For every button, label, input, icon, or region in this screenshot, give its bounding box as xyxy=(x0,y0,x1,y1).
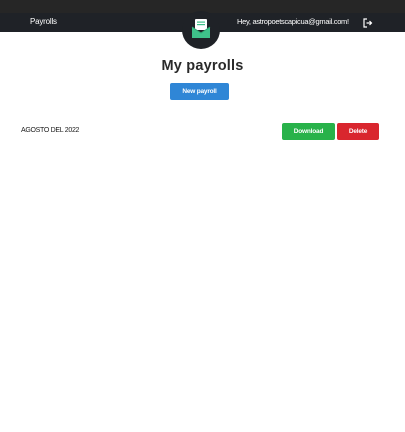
user-greeting: Hey, astropoetscapicua@gmail.com! xyxy=(237,17,349,26)
page-title: My payrolls xyxy=(161,58,244,74)
new-payroll-button[interactable]: New payroll xyxy=(170,83,229,100)
envelope-icon xyxy=(191,19,211,38)
app-logo xyxy=(182,11,220,49)
logout-icon[interactable] xyxy=(362,16,373,28)
payroll-label: AGOSTO DEL 2022 xyxy=(21,127,80,134)
nav-brand-link[interactable]: Payrolls xyxy=(30,17,57,26)
delete-button[interactable]: Delete xyxy=(337,123,379,140)
download-button[interactable]: Download xyxy=(282,123,335,140)
